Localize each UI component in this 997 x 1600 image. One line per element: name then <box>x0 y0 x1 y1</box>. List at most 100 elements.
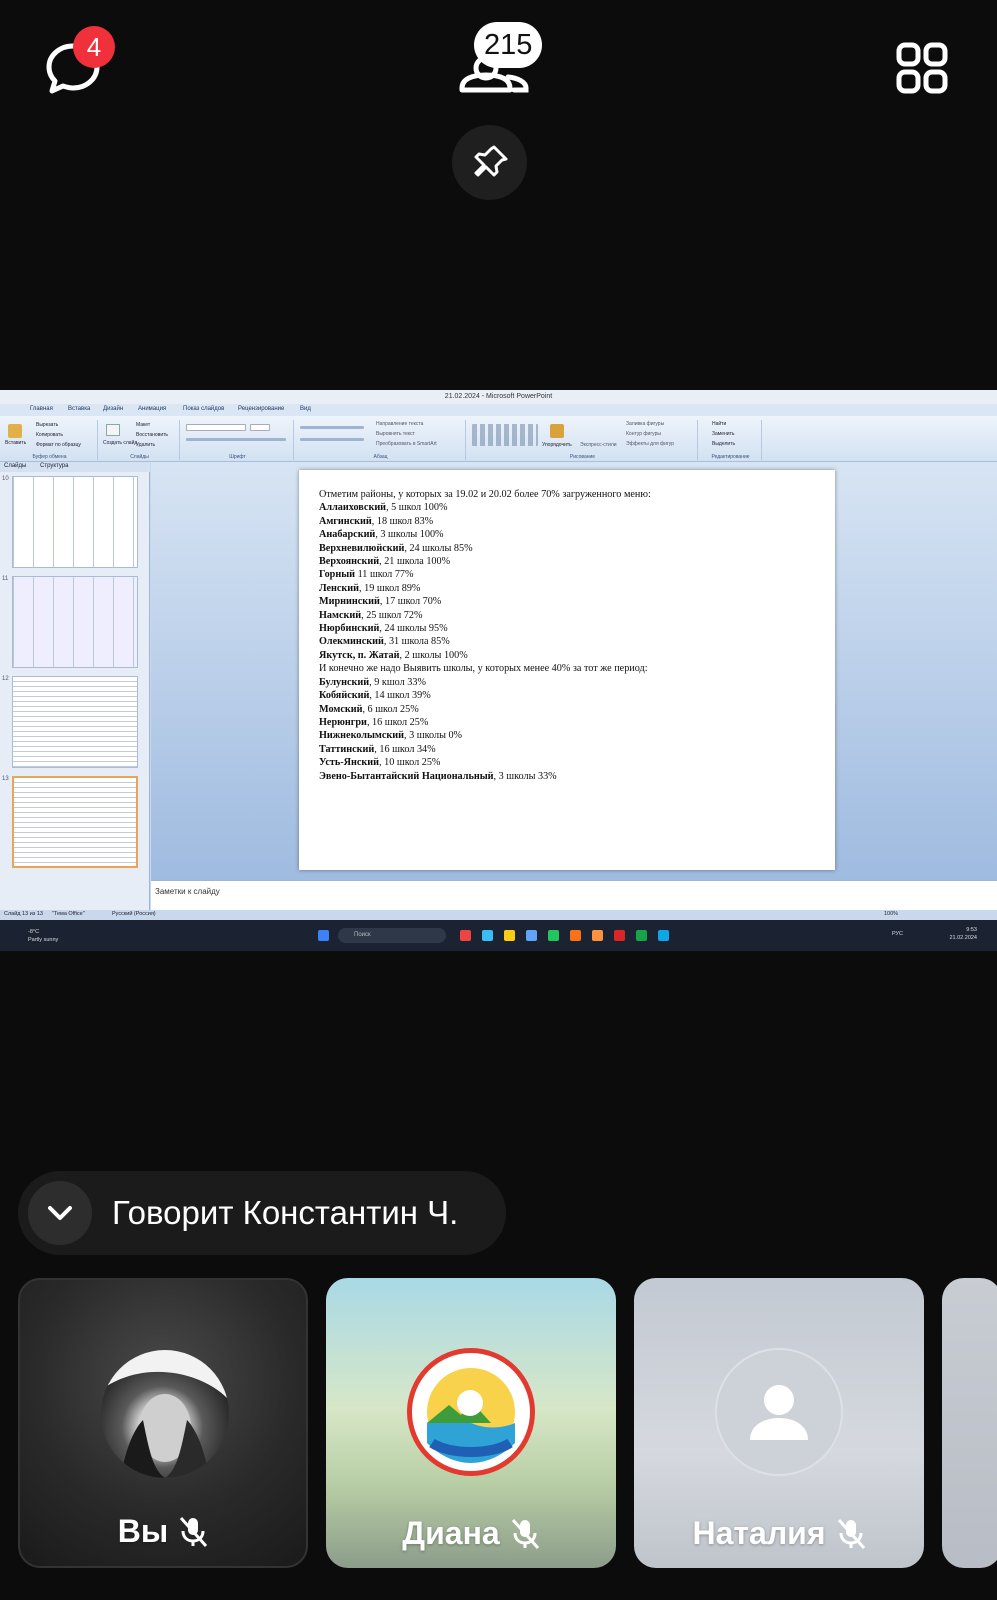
taskbar-search[interactable]: Поиск <box>338 928 446 943</box>
copy-label[interactable]: Копировать <box>36 432 63 438</box>
mail-icon[interactable] <box>526 930 537 941</box>
district-stats: , 3 школы 33% <box>493 770 557 782</box>
slide-text-line: Намский, 25 школ 72% <box>319 609 651 622</box>
smartart-label[interactable]: Преобразовать в SmartArt <box>376 441 437 447</box>
profile-photo <box>101 1350 229 1478</box>
tab-review[interactable]: Рецензирование <box>238 406 284 412</box>
district-name: Эвено-Бытантайский Национальный <box>319 770 494 782</box>
firefox-icon[interactable] <box>592 930 603 941</box>
status-zoom[interactable]: 100% <box>884 911 898 917</box>
tab-home[interactable]: Главная <box>30 406 53 412</box>
arrange-label[interactable]: Упорядочить <box>542 442 572 448</box>
reset-label[interactable]: Восстановить <box>136 432 168 438</box>
pin-button[interactable] <box>452 125 527 200</box>
app-icon[interactable] <box>482 930 493 941</box>
shape-outline-label[interactable]: Контур фигуры <box>626 431 661 437</box>
slide-text-line: И конечно же надо Выявить школы, у котор… <box>319 662 651 675</box>
participant-name: Диана <box>326 1515 616 1552</box>
chrome-icon[interactable] <box>548 930 559 941</box>
weather-widget[interactable]: -8°C Partly sunny <box>28 928 58 944</box>
app-icon[interactable] <box>658 930 669 941</box>
district-stats: 11 школ 77% <box>355 569 414 581</box>
layout-label[interactable]: Макет <box>136 422 150 428</box>
shape-effects-label[interactable]: Эффекты для фигур <box>626 441 674 447</box>
windows-start-icon[interactable] <box>318 930 329 941</box>
shape-fill-label[interactable]: Заливка фигуры <box>626 421 664 427</box>
chevron-down-icon <box>48 1206 72 1220</box>
slide-notes[interactable]: Заметки к слайду <box>151 880 997 910</box>
slide-thumbnail-selected[interactable] <box>12 776 138 868</box>
participant-tile-partial[interactable] <box>942 1278 997 1568</box>
app-icon[interactable] <box>460 930 471 941</box>
shared-screen: 21.02.2024 - Microsoft PowerPoint Главна… <box>0 390 997 951</box>
slide-text-line: Таттинский, 16 школ 34% <box>319 743 651 756</box>
powerpoint-icon[interactable] <box>614 930 625 941</box>
slide-thumbnail[interactable] <box>12 476 138 568</box>
district-stats: , 3 школы 0% <box>404 730 463 742</box>
district-stats: , 21 школа 100% <box>379 556 451 568</box>
tab-slides[interactable]: Слайды <box>4 463 26 469</box>
paste-icon[interactable] <box>8 424 22 438</box>
thumb-number: 11 <box>2 576 9 582</box>
clock-date: 21.02.2024 <box>949 935 977 941</box>
slide-text-line: Горный 11 школ 77% <box>319 568 651 581</box>
select-label[interactable]: Выделить <box>712 441 735 447</box>
district-stats: Отметим районы, у которых за 19.02 и 20.… <box>319 489 651 500</box>
district-stats: , 24 школы 85% <box>404 542 473 554</box>
tray-language[interactable]: РУС <box>892 931 903 937</box>
district-name: Якутск, п. Жатай <box>319 649 400 661</box>
slides-panel: Слайды Структура 10 11 12 13 <box>0 462 150 910</box>
find-label[interactable]: Найти <box>712 421 726 427</box>
format-painter-label[interactable]: Формат по образцу <box>36 442 81 448</box>
layout-grid-button[interactable] <box>896 42 948 94</box>
participant-name-text: Вы <box>117 1513 169 1549</box>
participant-tile-self[interactable]: Вы <box>18 1278 308 1568</box>
slide-thumbnail[interactable] <box>12 676 138 768</box>
text-direction-label[interactable]: Направление текста <box>376 421 423 427</box>
tab-animation[interactable]: Анимация <box>138 406 166 412</box>
tab-insert[interactable]: Вставка <box>68 406 90 412</box>
new-slide-label[interactable]: Создать слайд <box>103 440 137 446</box>
taskbar-clock[interactable]: 9:53 21.02.2024 <box>949 926 977 942</box>
tab-view[interactable]: Вид <box>300 406 311 412</box>
district-stats: , 18 школ 83% <box>371 515 434 527</box>
mic-off-icon <box>837 1518 865 1549</box>
tab-slideshow[interactable]: Показ слайдов <box>183 406 224 412</box>
participants-count-badge: 215 <box>474 22 543 68</box>
district-name: Нерюнгри <box>319 716 367 728</box>
pin-icon <box>474 145 507 176</box>
slide-text-line: Нюрбинский, 24 школы 95% <box>319 622 651 635</box>
arrange-icon[interactable] <box>550 424 564 438</box>
district-stats: , 5 школ 100% <box>386 502 448 514</box>
slide-text-box[interactable]: Отметим районы, у которых за 19.02 и 20.… <box>319 488 651 783</box>
collapse-button[interactable] <box>28 1181 92 1245</box>
district-name: Аллаиховский <box>319 502 387 514</box>
tab-design[interactable]: Дизайн <box>103 406 123 412</box>
district-name: Ленский <box>319 582 360 594</box>
slide-canvas[interactable]: Отметим районы, у которых за 19.02 и 20.… <box>299 470 835 870</box>
ribbon-tabs: Главная Вставка Дизайн Анимация Показ сл… <box>0 404 997 416</box>
app-icon[interactable] <box>570 930 581 941</box>
district-stats: , 24 школы 95% <box>379 623 448 635</box>
align-text-label[interactable]: Выровнять текст <box>376 431 415 437</box>
ribbon-group-label: Буфер обмена <box>32 454 67 460</box>
folder-icon[interactable] <box>504 930 515 941</box>
avatar <box>715 1348 843 1476</box>
slide-thumbnail[interactable] <box>12 576 138 668</box>
replace-label[interactable]: Заменить <box>712 431 734 437</box>
slide-text-line: Якутск, п. Жатай, 2 школы 100% <box>319 649 651 662</box>
district-name: Верхоянский <box>319 556 380 568</box>
ribbon-group-drawing: Упорядочить Экспресс-стили Заливка фигур… <box>468 420 698 460</box>
quick-styles-label[interactable]: Экспресс-стили <box>580 442 617 448</box>
tab-outline[interactable]: Структура <box>40 463 68 469</box>
active-speaker-pill[interactable]: Говорит Константин Ч. <box>18 1171 506 1255</box>
delete-label[interactable]: Удалить <box>136 442 155 448</box>
participant-tile[interactable]: Диана <box>326 1278 616 1568</box>
participant-tile[interactable]: Наталия <box>634 1278 924 1568</box>
excel-icon[interactable] <box>636 930 647 941</box>
status-slide-count: Слайд 13 из 13 <box>4 911 43 917</box>
cut-label[interactable]: Вырезать <box>36 422 58 428</box>
weather-temp: -8°C <box>28 929 40 935</box>
slide-text-line: Булунский, 9 кшол 33% <box>319 676 651 689</box>
ribbon-group-slides: Создать слайд Макет Восстановить Удалить… <box>100 420 180 460</box>
